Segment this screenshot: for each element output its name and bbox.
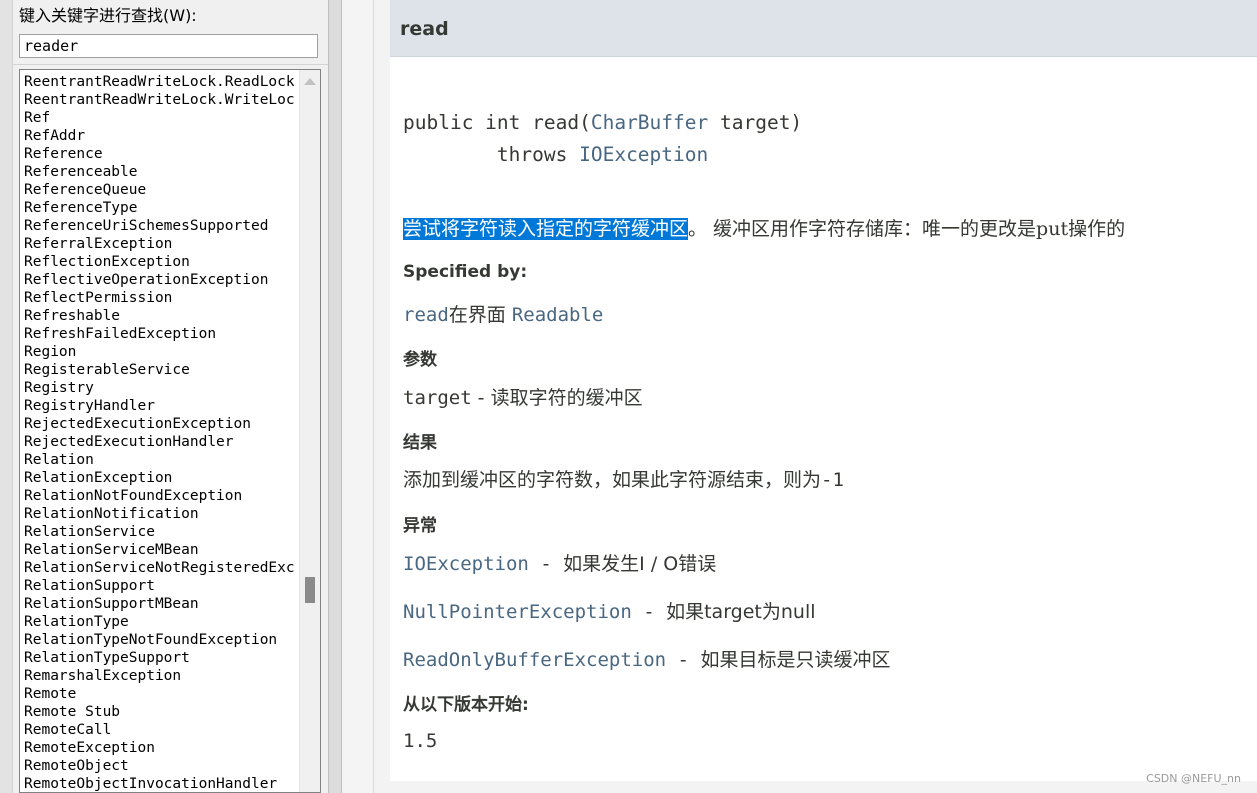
specified-method-link[interactable]: read — [403, 304, 449, 326]
index-list-item[interactable]: RelationService — [24, 523, 294, 541]
index-list-item[interactable]: Region — [24, 343, 294, 361]
method-header: read — [390, 0, 1257, 57]
param-name: target — [403, 387, 472, 409]
description-highlight: 尝试将字符读入指定的字符缓冲区 — [403, 218, 689, 240]
index-list-item[interactable]: ReflectiveOperationException — [24, 271, 294, 289]
index-list[interactable]: ReentrantReadWriteLock.ReadLock Reentrant… — [19, 69, 321, 793]
index-list-item[interactable]: Remote Stub — [24, 703, 294, 721]
panel-edge — [0, 0, 13, 793]
exception-desc: 如果发生I / O错误 — [563, 553, 717, 575]
index-list-item[interactable]: RelationServiceMBean — [24, 541, 294, 559]
specified-by-heading: Specified by: — [403, 262, 528, 282]
index-list-item[interactable]: RemoteCall — [24, 721, 294, 739]
signature-indent — [403, 143, 497, 166]
index-panel: 键入关键字进行查找(W): ReentrantReadWriteLock.Rea… — [0, 0, 328, 793]
exception-sep: - — [528, 553, 564, 575]
index-list-item[interactable]: RegisterableService — [24, 361, 294, 379]
param-desc: - 读取字符的缓冲区 — [471, 387, 643, 409]
params-heading: 参数 — [403, 350, 437, 370]
exception-sep: - — [666, 649, 701, 671]
index-list-item[interactable]: ReferenceUriSchemesSupported — [24, 217, 294, 235]
search-label: 键入关键字进行查找(W): — [19, 6, 197, 25]
index-list-item[interactable]: Reference — [24, 145, 294, 163]
method-signature: public int read(CharBuffer target) throw… — [403, 107, 802, 171]
index-list-item[interactable]: ReflectPermission — [24, 289, 294, 307]
since-value: 1.5 — [403, 730, 438, 752]
index-list-item[interactable]: RelationNotFoundException — [24, 487, 294, 505]
index-list-item[interactable]: RelationTypeNotFoundException — [24, 631, 294, 649]
search-input[interactable] — [19, 34, 318, 58]
index-list-item[interactable]: RelationServiceNotRegisteredException — [24, 559, 294, 577]
method-description: 尝试将字符读入指定的字符缓冲区。 缓冲区用作字符存储库：唯一的更改是put操作的 — [403, 214, 1125, 241]
signature-param: target) — [708, 111, 803, 134]
index-list-item[interactable]: RejectedExecutionException — [24, 415, 294, 433]
index-list-item[interactable]: ReentrantReadWriteLock.ReadLock — [24, 73, 294, 91]
throws-keyword: throws — [496, 143, 580, 166]
index-list-item[interactable]: RelationNotification — [24, 505, 294, 523]
exception-type-link[interactable]: IOException — [579, 143, 708, 166]
exception-desc: 如果target为null — [666, 601, 816, 623]
param-type-link[interactable]: CharBuffer — [591, 111, 708, 134]
exception-link[interactable]: ReadOnlyBufferException — [403, 649, 666, 671]
index-items: ReentrantReadWriteLock.ReadLock Reentrant… — [24, 73, 294, 792]
scroll-thumb[interactable] — [305, 577, 315, 603]
returns-text: 添加到缓冲区的字符数，如果此字符源结束，则为 — [403, 469, 822, 491]
index-list-item[interactable]: ReferenceQueue — [24, 181, 294, 199]
divider — [12, 64, 328, 65]
returns-heading: 结果 — [403, 433, 437, 453]
index-list-item[interactable]: RelationTypeSupport — [24, 649, 294, 667]
index-list-item[interactable]: ReferenceType — [24, 199, 294, 217]
index-list-item[interactable]: RefAddr — [24, 127, 294, 145]
splitter-handle[interactable] — [328, 0, 342, 793]
exception-item: IOException - 如果发生I / O错误 — [403, 549, 716, 576]
exception-item: NullPointerException - 如果target为null — [403, 597, 816, 624]
method-title: read — [400, 18, 449, 40]
signature-prefix: public int read( — [403, 111, 591, 134]
description-rest: 。 缓冲区用作字符存储库：唯一的更改是put操作的 — [688, 218, 1126, 240]
index-list-item[interactable]: RemarshalException — [24, 667, 294, 685]
specified-by-body: read在界面 Readable — [403, 300, 603, 327]
index-list-item[interactable]: RelationException — [24, 469, 294, 487]
index-list-item[interactable]: Ref — [24, 109, 294, 127]
index-list-item[interactable]: RejectedExecutionHandler — [24, 433, 294, 451]
index-list-item[interactable]: RemoteException — [24, 739, 294, 757]
exception-desc: 如果目标是只读缓冲区 — [700, 649, 891, 671]
index-list-item[interactable]: RefreshFailedException — [24, 325, 294, 343]
index-list-item[interactable]: RemoteObject — [24, 757, 294, 775]
exception-link[interactable]: IOException — [403, 553, 529, 575]
index-list-item[interactable]: ReentrantReadWriteLock.WriteLock — [24, 91, 294, 109]
exception-sep: - — [631, 601, 667, 623]
index-list-item[interactable]: Registry — [24, 379, 294, 397]
specified-middle: 在界面 — [448, 304, 512, 326]
exceptions-heading: 异常 — [403, 516, 437, 536]
index-list-item[interactable]: RelationSupportMBean — [24, 595, 294, 613]
index-list-item[interactable]: ReferralException — [24, 235, 294, 253]
watermark: CSDN @NEFU_nn — [1146, 772, 1241, 785]
index-list-item[interactable]: RemoteObjectInvocationHandler — [24, 775, 294, 792]
since-heading: 从以下版本开始: — [403, 695, 529, 715]
index-list-item[interactable]: Refreshable — [24, 307, 294, 325]
index-list-item[interactable]: Relation — [24, 451, 294, 469]
splitter-gap — [342, 0, 374, 793]
index-list-item[interactable]: ReflectionException — [24, 253, 294, 271]
exception-link[interactable]: NullPointerException — [403, 601, 632, 623]
exception-item: ReadOnlyBufferException - 如果目标是只读缓冲区 — [403, 645, 890, 672]
param-target: target - 读取字符的缓冲区 — [403, 383, 643, 410]
index-list-item[interactable]: RelationType — [24, 613, 294, 631]
doc-pane: read public int read(CharBuffer target) … — [374, 0, 1257, 793]
index-list-item[interactable]: RelationSupport — [24, 577, 294, 595]
list-scrollbar[interactable] — [299, 70, 320, 792]
index-list-item[interactable]: Remote — [24, 685, 294, 703]
returns-value: -1 — [821, 469, 844, 491]
scroll-up-arrow-icon[interactable] — [304, 78, 316, 85]
returns-body: 添加到缓冲区的字符数，如果此字符源结束，则为-1 — [403, 465, 844, 492]
index-list-item[interactable]: RegistryHandler — [24, 397, 294, 415]
readable-interface-link[interactable]: Readable — [512, 304, 604, 326]
index-list-item[interactable]: Referenceable — [24, 163, 294, 181]
